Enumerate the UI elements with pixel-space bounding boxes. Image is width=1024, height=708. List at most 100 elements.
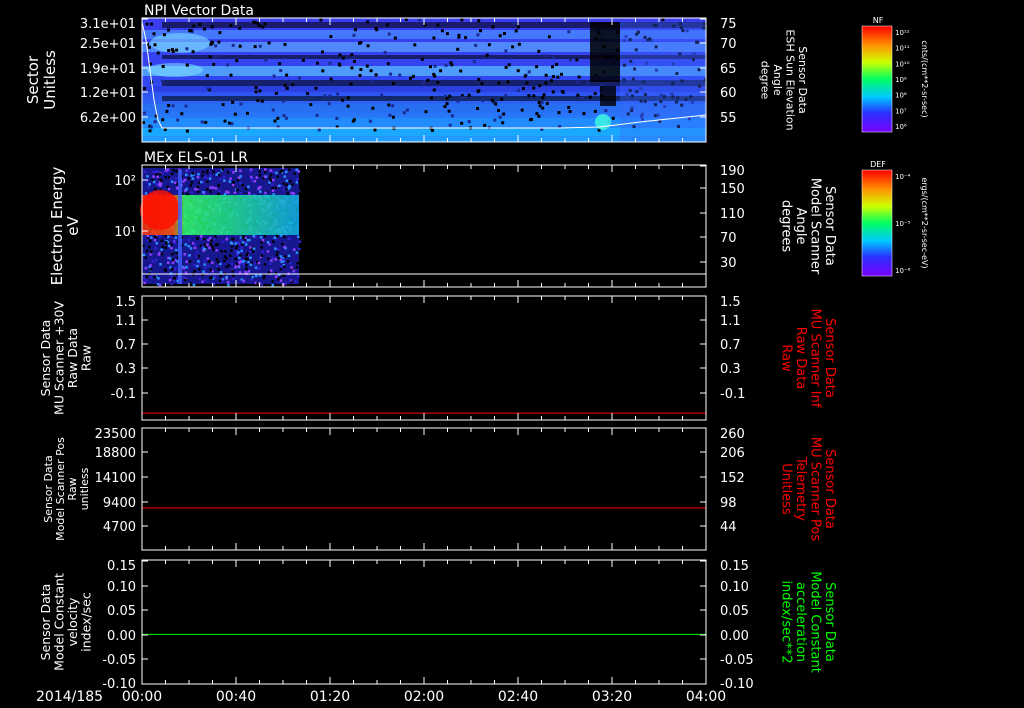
y2-tick-label: 70	[720, 37, 737, 52]
y2-tick-label: 0.7	[720, 338, 741, 353]
heatmap-cell	[257, 261, 261, 265]
heatmap-cell	[149, 276, 153, 279]
y2-tick-label: 0.00	[720, 629, 749, 644]
heatmap-cell	[285, 73, 289, 77]
heatmap-cell	[273, 119, 277, 123]
heatmap-cell	[290, 191, 293, 195]
heatmap-cell	[158, 283, 162, 287]
heatmap-cell	[214, 187, 218, 190]
heatmap-cell	[215, 258, 219, 261]
heatmap-cell	[298, 76, 301, 80]
y-tick-label: 0.7	[115, 338, 136, 353]
heatmap-cell	[250, 179, 254, 183]
heatmap-cell	[272, 170, 275, 173]
heatmap-cell	[216, 260, 220, 264]
heatmap-cell	[444, 63, 448, 67]
heatmap-cell	[212, 170, 215, 174]
heatmap-cell	[498, 34, 502, 38]
heatmap-cell	[220, 250, 223, 253]
heatmap-cell	[264, 58, 268, 62]
heatmap-cell	[269, 173, 273, 177]
y-axis-label: Raw	[78, 345, 93, 371]
npi-heatmap	[141, 18, 707, 142]
heatmap-cell	[198, 268, 201, 271]
heatmap-cell	[258, 170, 261, 173]
y2-axis-label: Raw Data	[793, 327, 808, 390]
heatmap-cell	[461, 96, 465, 100]
heatmap-cell	[279, 279, 283, 282]
heatmap-cell	[420, 57, 424, 61]
heatmap-cell	[219, 177, 222, 181]
heatmap-cell	[287, 187, 291, 190]
heatmap-cell	[163, 128, 167, 132]
y2-axis-label: MU Scanner Pos	[807, 437, 822, 542]
heatmap-cell	[328, 94, 332, 98]
y-tick-label: 10¹	[114, 225, 136, 240]
heatmap-cell	[323, 94, 327, 98]
heatmap-cell	[231, 100, 235, 104]
heatmap-cell	[263, 22, 267, 26]
heatmap-cell	[264, 191, 267, 194]
heatmap-cell	[440, 29, 444, 33]
heatmap-cell	[593, 92, 597, 96]
y2-tick-label: 30	[720, 256, 737, 271]
y-axis-label: Sector	[24, 55, 42, 104]
heatmap-cell	[346, 104, 350, 108]
heatmap-cell	[279, 255, 282, 258]
heatmap-cell	[204, 279, 207, 282]
y-tick-label: 23500	[95, 427, 136, 442]
heatmap-cell	[586, 81, 590, 85]
heatmap-cell	[293, 172, 296, 175]
heatmap-cell	[474, 43, 478, 47]
heatmap-cell	[354, 28, 357, 32]
heatmap-cell	[231, 269, 234, 273]
heatmap-cell	[272, 74, 276, 78]
y2-axis-label: Telemetry	[793, 456, 808, 521]
heatmap-cell	[284, 282, 288, 285]
heatmap-cell	[143, 276, 146, 280]
heatmap-cell	[456, 99, 460, 103]
heatmap-cell	[201, 170, 205, 174]
heatmap-cell	[228, 180, 232, 183]
colorbar-tag: NF	[873, 16, 884, 25]
heatmap-cell	[239, 260, 242, 263]
heatmap-cell	[209, 237, 212, 240]
heatmap-cell	[258, 89, 262, 93]
heatmap-cell	[239, 102, 243, 106]
y-tick-label: 0.10	[107, 580, 136, 595]
y2-axis-label: ESH Sun Elevation	[783, 29, 796, 130]
y2-axis-label: Sensor Data	[822, 186, 837, 266]
heatmap-cell	[245, 267, 248, 271]
heatmap-cell	[234, 242, 238, 245]
heatmap-cell	[155, 242, 158, 245]
heatmap-cell	[184, 278, 187, 282]
heatmap-cell	[193, 246, 197, 250]
heatmap-cell	[293, 248, 296, 251]
heatmap-cell	[219, 274, 223, 278]
heatmap-cell	[201, 245, 204, 249]
heatmap-cell	[185, 173, 188, 177]
heatmap-cell	[209, 268, 212, 272]
heatmap-cell	[284, 255, 287, 258]
heatmap-cell	[175, 48, 179, 52]
heatmap-cell	[206, 180, 209, 183]
heatmap-cell	[261, 250, 264, 254]
heatmap-cell	[386, 62, 390, 66]
heatmap-cell	[276, 175, 279, 178]
heatmap-cell	[161, 79, 164, 83]
heatmap-cell	[448, 94, 452, 98]
heatmap-cell	[257, 24, 261, 28]
heatmap-cell	[517, 42, 521, 46]
heatmap-cell	[207, 264, 210, 267]
heatmap-cell	[142, 87, 146, 91]
heatmap-cell	[217, 192, 220, 196]
heatmap-cell	[282, 258, 286, 261]
heatmap-cell	[152, 175, 155, 178]
heatmap-cell	[450, 63, 454, 67]
heatmap-cell	[164, 246, 168, 249]
y2-tick-label: 190	[720, 164, 745, 179]
heatmap-cell	[171, 252, 174, 256]
heatmap-cell	[234, 246, 238, 250]
heatmap-cell	[560, 72, 563, 76]
heatmap-cell	[210, 276, 213, 279]
